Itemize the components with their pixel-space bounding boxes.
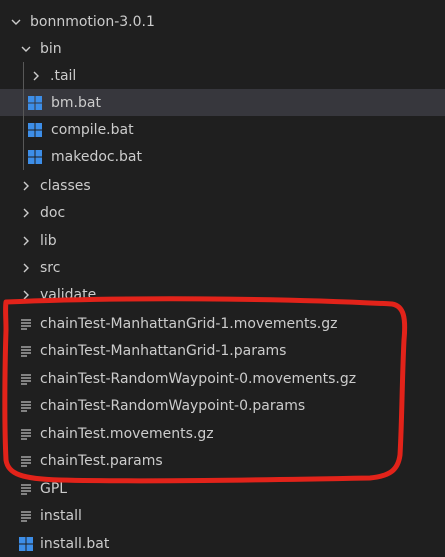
tree-item-makedoc-bat[interactable]: makedoc.bat (0, 143, 445, 170)
text-lines-icon (18, 508, 34, 524)
tree-item-bm-bat[interactable]: bm.bat (0, 89, 445, 116)
tree-item-root-folder[interactable]: bonnmotion-3.0.1 (0, 8, 445, 35)
windows-logo-icon (27, 149, 43, 165)
tree-item-label: classes (40, 177, 91, 194)
file-explorer-panel: bonnmotion-3.0.1 bin .tail bm.bat compil… (0, 0, 445, 557)
tree-item-label: chainTest.movements.gz (40, 425, 214, 442)
tree-item-label: bonnmotion-3.0.1 (30, 13, 155, 30)
tree-item-label: chainTest-ManhattanGrid-1.movements.gz (40, 315, 338, 332)
tree-item-compile-bat[interactable]: compile.bat (0, 116, 445, 143)
tree-item-classes-folder[interactable]: classes (0, 172, 445, 199)
tree-item-file[interactable]: chainTest.movements.gz (0, 420, 445, 447)
text-lines-icon (18, 426, 34, 442)
indent-guide (23, 116, 24, 143)
tree-item-label: compile.bat (51, 121, 134, 138)
tree-item-file[interactable]: chainTest.params (0, 447, 445, 474)
indent-guide (23, 62, 24, 89)
tree-item-label: chainTest-ManhattanGrid-1.params (40, 342, 287, 359)
tree-item-label: install (40, 507, 82, 524)
chevron-right-icon[interactable] (18, 178, 34, 194)
tree-item-doc-folder[interactable]: doc (0, 199, 445, 226)
tree-item-label: lib (40, 232, 57, 249)
tree-item-file[interactable]: chainTest-RandomWaypoint-0.params (0, 392, 445, 419)
indent-guide (23, 89, 24, 116)
tree-item-file[interactable]: chainTest-ManhattanGrid-1.movements.gz (0, 310, 445, 337)
tree-item-tail-folder[interactable]: .tail (0, 62, 445, 89)
tree-item-label: validate (40, 286, 97, 303)
tree-item-file[interactable]: GPL (0, 475, 445, 502)
tree-item-file[interactable]: install.bat (0, 530, 445, 557)
text-lines-icon (18, 371, 34, 387)
tree-item-file[interactable]: chainTest-ManhattanGrid-1.params (0, 337, 445, 364)
chevron-right-icon[interactable] (28, 68, 44, 84)
chevron-down-icon[interactable] (8, 14, 24, 30)
tree-item-label: chainTest-RandomWaypoint-0.movements.gz (40, 370, 357, 387)
tree-item-label: makedoc.bat (51, 148, 142, 165)
tree-item-file[interactable]: chainTest-RandomWaypoint-0.movements.gz (0, 365, 445, 392)
windows-logo-icon (18, 536, 34, 552)
tree-item-src-folder[interactable]: src (0, 254, 445, 281)
text-lines-icon (18, 398, 34, 414)
windows-logo-icon (27, 122, 43, 138)
tree-item-bin-folder[interactable]: bin (0, 35, 445, 62)
chevron-down-icon[interactable] (18, 41, 34, 57)
tree-item-label: doc (40, 204, 66, 221)
text-lines-icon (18, 481, 34, 497)
tree-item-label: bm.bat (51, 94, 101, 111)
chevron-right-icon[interactable] (18, 287, 34, 303)
tree-item-label: src (40, 259, 61, 276)
tree-item-file[interactable]: install (0, 502, 445, 529)
indent-guide (23, 143, 24, 170)
windows-logo-icon (27, 95, 43, 111)
text-lines-icon (18, 453, 34, 469)
tree-item-label: chainTest.params (40, 452, 163, 469)
tree-item-label: chainTest-RandomWaypoint-0.params (40, 397, 306, 414)
chevron-right-icon[interactable] (18, 205, 34, 221)
tree-item-label: .tail (50, 67, 77, 84)
chevron-right-icon[interactable] (18, 233, 34, 249)
tree-item-label: install.bat (40, 535, 110, 552)
tree-item-label: GPL (40, 480, 68, 497)
tree-item-label: bin (40, 40, 62, 57)
tree-item-validate-folder[interactable]: validate (0, 281, 445, 308)
chevron-right-icon[interactable] (18, 260, 34, 276)
text-lines-icon (18, 343, 34, 359)
text-lines-icon (18, 316, 34, 332)
tree-item-lib-folder[interactable]: lib (0, 227, 445, 254)
